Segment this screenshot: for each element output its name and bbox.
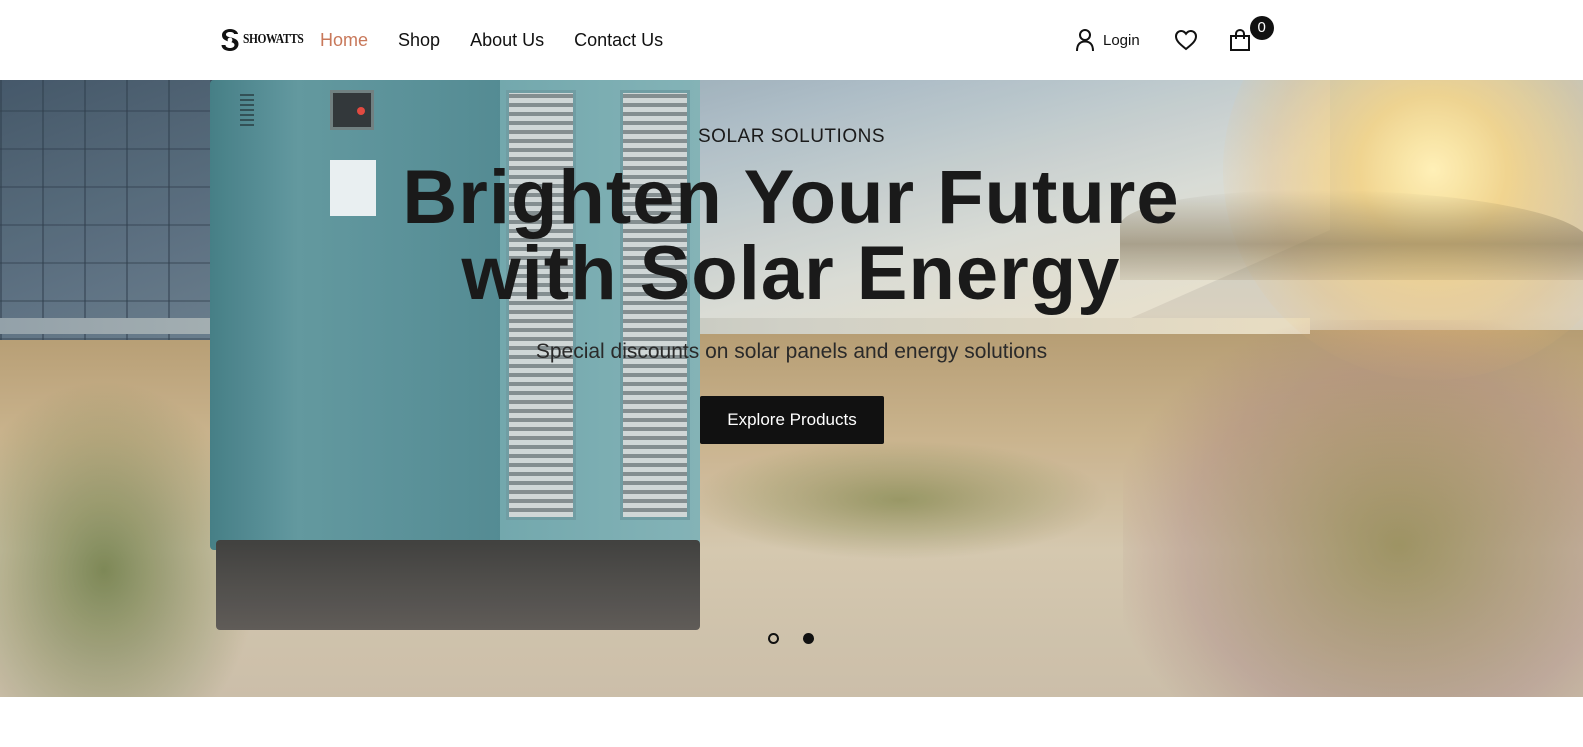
cart-count-badge: 0 — [1249, 16, 1274, 40]
hero-headline: Brighten Your Future with Solar Energy — [391, 160, 1191, 312]
user-icon — [1076, 29, 1094, 52]
slider-dots — [768, 633, 814, 644]
heart-icon — [1174, 29, 1197, 51]
hero-eyebrow: SOLAR SOLUTIONS — [698, 126, 885, 147]
nav-home[interactable]: Home — [320, 28, 368, 52]
login-label: Login — [1103, 31, 1140, 49]
slider-dot-2[interactable] — [803, 633, 814, 644]
nav-contact-us[interactable]: Contact Us — [574, 28, 663, 52]
hero-headline-line-1: Brighten Your Future — [402, 155, 1180, 240]
logo-text: SHOWATTS — [243, 32, 304, 47]
site-header: SHOWATTS Home Shop About Us Contact Us L… — [0, 0, 1583, 80]
main-nav: Home Shop About Us Contact Us — [320, 28, 693, 52]
user-actions: Login 0 — [1075, 16, 1274, 58]
nav-shop[interactable]: Shop — [398, 28, 440, 52]
nav-about-us[interactable]: About Us — [470, 28, 544, 52]
hero-banner: SOLAR SOLUTIONS Brighten Your Future wit… — [0, 80, 1583, 697]
shopping-bag-icon — [1229, 28, 1250, 51]
logo-icon — [220, 28, 240, 52]
logo[interactable]: SHOWATTS — [220, 26, 317, 54]
hero-headline-line-2: with Solar Energy — [461, 231, 1121, 316]
explore-products-button[interactable]: Explore Products — [700, 396, 884, 444]
hero-subline: Special discounts on solar panels and en… — [535, 340, 1048, 363]
cart-button[interactable]: 0 — [1228, 16, 1274, 52]
wishlist-button[interactable] — [1174, 28, 1198, 52]
login-button[interactable]: Login — [1075, 28, 1140, 52]
slider-dot-1[interactable] — [768, 633, 779, 644]
